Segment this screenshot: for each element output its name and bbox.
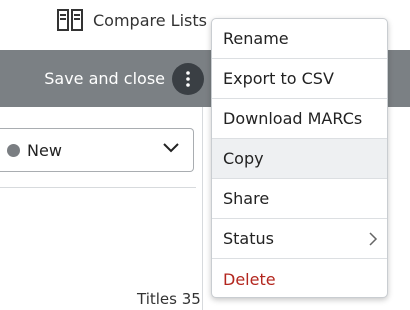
chevron-down-icon	[163, 143, 179, 153]
titles-count: Titles 35	[137, 290, 201, 308]
save-and-close-button[interactable]: Save and close	[44, 50, 165, 107]
menu-item-share[interactable]: Share	[212, 179, 387, 219]
page: Compare Lists Save and close New Titles …	[0, 0, 410, 310]
menu-item-delete[interactable]: Delete	[212, 259, 387, 297]
menu-item-status-label: Status	[223, 229, 274, 248]
menu-item-status[interactable]: Status	[212, 219, 387, 259]
more-actions-menu: Rename Export to CSV Download MARCs Copy…	[211, 18, 388, 298]
status-dot-icon	[7, 144, 20, 157]
compare-lists-label: Compare Lists	[93, 10, 207, 30]
status-select-value: New	[27, 141, 62, 160]
menu-item-export-csv[interactable]: Export to CSV	[212, 59, 387, 99]
divider	[0, 187, 196, 188]
list-details-panel: New	[0, 107, 203, 310]
more-actions-button[interactable]	[172, 63, 204, 95]
menu-item-copy[interactable]: Copy	[212, 139, 387, 179]
status-select[interactable]: New	[0, 128, 194, 172]
compare-lists-button[interactable]: Compare Lists	[57, 6, 207, 34]
chevron-right-icon	[369, 232, 378, 246]
menu-item-rename[interactable]: Rename	[212, 19, 387, 59]
compare-columns-icon	[57, 9, 83, 31]
vertical-ellipsis-icon	[186, 71, 190, 87]
menu-item-download-marcs[interactable]: Download MARCs	[212, 99, 387, 139]
